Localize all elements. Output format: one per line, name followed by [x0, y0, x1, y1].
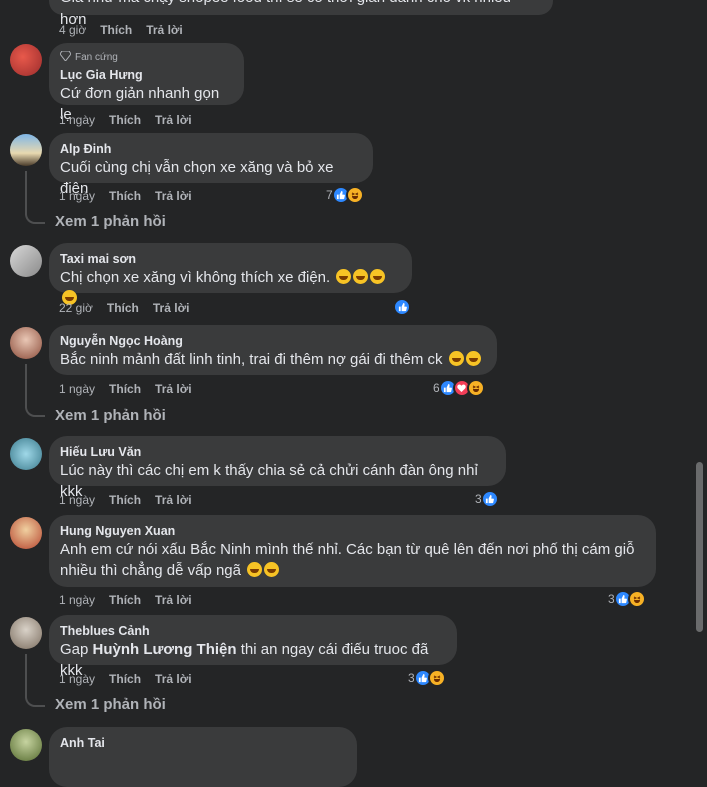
- comment-time[interactable]: 4 giờ: [59, 23, 86, 37]
- avatar[interactable]: [10, 617, 42, 649]
- comment-time[interactable]: 1 ngày: [59, 593, 95, 607]
- comment-actions: 1 ngày Thích Trả lời: [59, 672, 206, 686]
- like-button[interactable]: Thích: [109, 593, 141, 607]
- haha-icon: [466, 379, 485, 397]
- fan-badge: Fan cứng: [59, 50, 232, 64]
- reply-thread-line: [25, 654, 27, 698]
- comment-text: Bắc ninh mảnh đất linh tinh, trai đi thê…: [60, 349, 485, 370]
- reaction-summary[interactable]: 3: [475, 490, 499, 508]
- reply-thread-line: [25, 171, 27, 215]
- view-replies-link[interactable]: Xem 1 phản hồi: [55, 407, 166, 424]
- comment-text-line1: Anh em cứ nói xấu Bắc Ninh mình thế nhỉ.…: [60, 541, 635, 558]
- comment-actions: 1 ngày Thích Trả lời: [59, 189, 206, 203]
- badge-label: Fan cứng: [75, 52, 118, 63]
- commenter-name[interactable]: Nguyễn Ngọc Hoàng: [60, 333, 485, 349]
- haha-icon: [427, 669, 446, 687]
- avatar[interactable]: [10, 438, 42, 470]
- avatar[interactable]: [10, 44, 42, 76]
- haha-icon: [627, 590, 646, 608]
- laugh-emoji-icon: [465, 351, 481, 366]
- comment-text-prefix: Gap: [60, 641, 89, 658]
- reply-button[interactable]: Trả lời: [155, 382, 192, 396]
- comment-text-line2: nhiều thì chẳng dễ vấp ngã: [60, 560, 644, 581]
- like-button[interactable]: Thích: [109, 189, 141, 203]
- comment-text-body: nhiều thì chẳng dễ vấp ngã: [60, 562, 241, 579]
- comment-actions: 1 ngày Thích Trả lời: [59, 493, 206, 507]
- reply-button[interactable]: Trả lời: [155, 593, 192, 607]
- reaction-summary[interactable]: 7: [326, 186, 364, 204]
- like-button[interactable]: Thích: [109, 672, 141, 686]
- comment-bubble: Hiếu Lưu Văn Lúc này thì các chị em k th…: [49, 436, 506, 500]
- scrollbar-thumb[interactable]: [696, 462, 703, 632]
- reaction-summary[interactable]: 3: [608, 590, 646, 608]
- reaction-summary[interactable]: 6: [433, 379, 485, 397]
- reply-button[interactable]: Trả lời: [155, 493, 192, 507]
- comment-bubble: Fan cứng Lục Gia Hưng Cứ đơn giản nhanh …: [49, 43, 244, 123]
- reply-button[interactable]: Trả lời: [155, 189, 192, 203]
- like-button[interactable]: Thích: [109, 382, 141, 396]
- like-button[interactable]: Thích: [109, 493, 141, 507]
- comment-actions: 1 ngày Thích Trả lời: [59, 382, 206, 396]
- grin-emoji-icon: [370, 269, 386, 284]
- laugh-emoji-icon: [247, 562, 263, 577]
- laugh-emoji-icon: [264, 562, 280, 577]
- like-button[interactable]: Thích: [100, 23, 132, 37]
- reaction-summary[interactable]: [393, 298, 411, 316]
- comment-bubble: Anh Tai: [49, 727, 357, 787]
- comment-time[interactable]: 1 ngày: [59, 382, 95, 396]
- comment-bubble: Alp Đinh Cuối cùng chị vẫn chọn xe xăng …: [49, 133, 373, 197]
- reply-button[interactable]: Trả lời: [155, 672, 192, 686]
- comment-time[interactable]: 22 giờ: [59, 301, 93, 315]
- like-icon: [480, 490, 499, 508]
- comment-bubble: Hung Nguyen Xuan Anh em cứ nói xấu Bắc N…: [49, 515, 656, 587]
- mention-link[interactable]: Huỳnh Lương Thiện: [93, 641, 237, 658]
- commenter-name[interactable]: Theblues Cảnh: [60, 623, 445, 639]
- avatar[interactable]: [10, 327, 42, 359]
- avatar[interactable]: [10, 134, 42, 166]
- comment-actions: 22 giờ Thích Trả lời: [59, 301, 203, 315]
- diamond-icon: [59, 50, 72, 64]
- scrollbar-track[interactable]: [693, 0, 707, 762]
- reply-button[interactable]: Trả lời: [155, 113, 192, 127]
- commenter-name[interactable]: Hiếu Lưu Văn: [60, 444, 494, 460]
- avatar[interactable]: [10, 245, 42, 277]
- view-replies-link[interactable]: Xem 1 phản hồi: [55, 696, 166, 713]
- comment-bubble: Taxi mai sơn Chị chọn xe xăng vì không t…: [49, 243, 412, 305]
- view-replies-link[interactable]: Xem 1 phản hồi: [55, 213, 166, 230]
- commenter-name[interactable]: Taxi mai sơn: [60, 251, 400, 267]
- commenter-name[interactable]: Alp Đinh: [60, 141, 361, 157]
- comment-actions: 1 ngày Thích Trả lời: [59, 593, 206, 607]
- reply-button[interactable]: Trả lời: [153, 301, 190, 315]
- grin-emoji-icon: [336, 269, 352, 284]
- reaction-summary[interactable]: 3: [408, 669, 446, 687]
- laugh-emoji-icon: [448, 351, 464, 366]
- comment-bubble: Nguyễn Ngọc Hoàng Bắc ninh mảnh đất linh…: [49, 325, 497, 375]
- comment-time[interactable]: 1 ngày: [59, 189, 95, 203]
- comment-time[interactable]: 1 ngày: [59, 672, 95, 686]
- comment-text-body: Bắc ninh mảnh đất linh tinh, trai đi thê…: [60, 351, 443, 368]
- comment-time[interactable]: 1 ngày: [59, 493, 95, 507]
- comment-time[interactable]: 1 ngày: [59, 113, 95, 127]
- avatar[interactable]: [10, 729, 42, 761]
- commenter-name[interactable]: Anh Tai: [60, 735, 345, 751]
- reply-thread-line: [25, 364, 27, 408]
- grin-emoji-icon: [353, 269, 369, 284]
- like-icon: [393, 298, 411, 316]
- comment-bubble: Gia như mà chạy shopee food thì sẽ có th…: [49, 0, 553, 28]
- like-button[interactable]: Thích: [109, 113, 141, 127]
- haha-icon: [345, 186, 364, 204]
- comment-actions: 4 giờ Thích Trả lời: [59, 23, 197, 37]
- reply-thread-branch: [25, 214, 45, 224]
- comment-bubble: Theblues Cảnh Gap Huỳnh Lương Thiện thi …: [49, 615, 457, 679]
- comment-text-body: Chị chọn xe xăng vì không thích xe điện.: [60, 269, 331, 286]
- reply-thread-branch: [25, 697, 45, 707]
- reply-thread-branch: [25, 407, 45, 417]
- commenter-name[interactable]: Lục Gia Hưng: [60, 67, 232, 83]
- reply-button[interactable]: Trả lời: [146, 23, 183, 37]
- comment-actions: 1 ngày Thích Trả lời: [59, 113, 206, 127]
- commenter-name[interactable]: Hung Nguyen Xuan: [60, 523, 644, 539]
- avatar[interactable]: [10, 517, 42, 549]
- like-button[interactable]: Thích: [107, 301, 139, 315]
